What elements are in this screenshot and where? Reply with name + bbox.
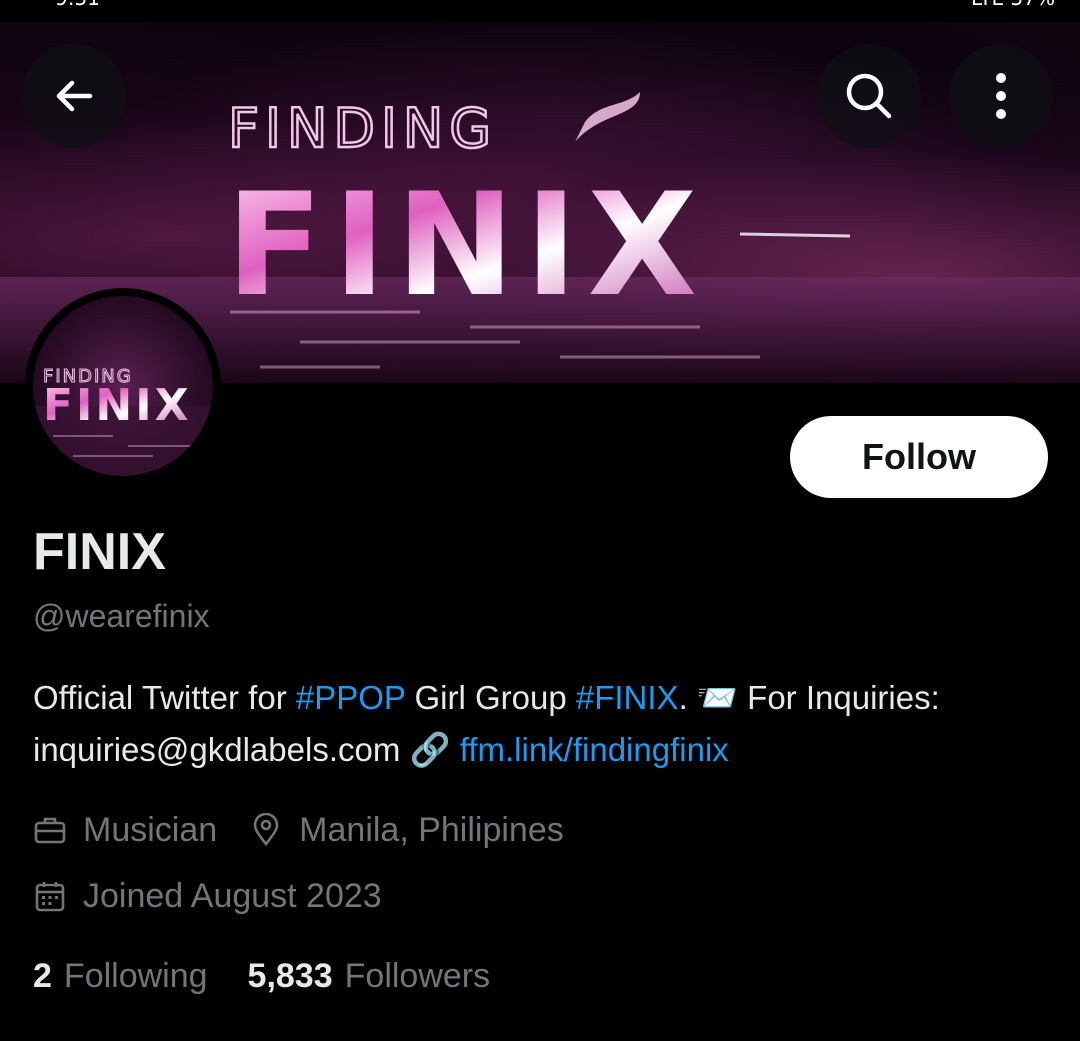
status-icons: LTE 57% bbox=[971, 0, 1055, 10]
search-button[interactable] bbox=[817, 44, 921, 148]
bio-url-link[interactable]: ffm.link/findingfinix bbox=[460, 731, 729, 768]
follow-stats: 2 Following 5,833 Followers bbox=[33, 952, 490, 1000]
avatar[interactable]: FINDING FINIX bbox=[25, 288, 221, 484]
more-options-button[interactable] bbox=[949, 44, 1053, 148]
phoenix-wing-icon bbox=[575, 92, 640, 142]
banner-title-line1: FINDING bbox=[228, 97, 497, 160]
location-pin-icon bbox=[253, 813, 279, 847]
status-bar: 9:51 LTE 57% bbox=[0, 0, 1080, 22]
briefcase-icon bbox=[34, 817, 66, 844]
joined-text: Joined August 2023 bbox=[83, 876, 382, 915]
avatar-logo: FINDING FINIX bbox=[33, 366, 213, 476]
back-button[interactable] bbox=[22, 44, 126, 148]
joined-item: Joined August 2023 bbox=[33, 877, 382, 916]
banner-title-line2: FINIX bbox=[226, 163, 707, 328]
bio: Official Twitter for #PPOP Girl Group #F… bbox=[33, 672, 1063, 776]
hashtag-finix-link[interactable]: #FINIX bbox=[576, 679, 679, 716]
arrow-left-icon bbox=[56, 80, 93, 112]
follow-button[interactable]: Follow bbox=[790, 416, 1048, 498]
category-item: Musician bbox=[33, 811, 217, 850]
handle: @wearefinix bbox=[33, 598, 210, 634]
followers-label: Followers bbox=[344, 956, 491, 995]
avatar-image: FINDING FINIX bbox=[33, 296, 213, 476]
following-count: 2 bbox=[33, 956, 52, 995]
more-vertical-icon bbox=[996, 73, 1006, 119]
followers-count: 5,833 bbox=[247, 956, 333, 995]
bio-text: Girl Group bbox=[405, 679, 576, 716]
followers-link[interactable]: 5,833 Followers bbox=[248, 957, 491, 996]
joined-row: Joined August 2023 bbox=[33, 872, 382, 920]
location-text: Manila, Philipines bbox=[299, 810, 564, 849]
location-item: Manila, Philipines bbox=[249, 811, 564, 850]
calendar-icon bbox=[35, 882, 65, 912]
bio-text: Official Twitter for bbox=[33, 679, 296, 716]
hashtag-ppop-link[interactable]: #PPOP bbox=[296, 679, 405, 716]
search-icon bbox=[846, 73, 892, 119]
category-text: Musician bbox=[83, 810, 218, 849]
status-time: 9:51 bbox=[55, 0, 100, 10]
following-label: Following bbox=[63, 956, 208, 995]
avatar-title-line2: FINIX bbox=[43, 380, 192, 431]
display-name: FINIX bbox=[33, 523, 166, 581]
following-link[interactable]: 2 Following bbox=[33, 957, 208, 996]
profile-meta: Musician Manila, Philipines bbox=[33, 806, 564, 854]
